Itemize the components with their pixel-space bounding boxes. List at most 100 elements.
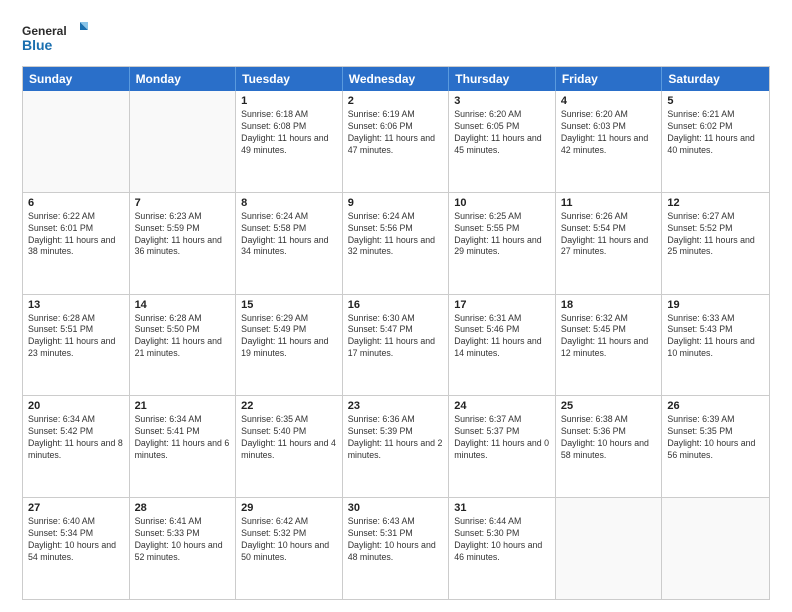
calendar-cell: 30Sunrise: 6:43 AM Sunset: 5:31 PM Dayli… — [343, 498, 450, 599]
header-day-tuesday: Tuesday — [236, 67, 343, 91]
cell-text: Sunrise: 6:39 AM Sunset: 5:35 PM Dayligh… — [667, 414, 764, 462]
cell-text: Sunrise: 6:42 AM Sunset: 5:32 PM Dayligh… — [241, 516, 337, 564]
cell-text: Sunrise: 6:33 AM Sunset: 5:43 PM Dayligh… — [667, 313, 764, 361]
day-number: 16 — [348, 299, 444, 311]
cell-text: Sunrise: 6:18 AM Sunset: 6:08 PM Dayligh… — [241, 109, 337, 157]
day-number: 3 — [454, 95, 550, 107]
header-day-thursday: Thursday — [449, 67, 556, 91]
calendar-cell: 5Sunrise: 6:21 AM Sunset: 6:02 PM Daylig… — [662, 91, 769, 192]
calendar-cell: 15Sunrise: 6:29 AM Sunset: 5:49 PM Dayli… — [236, 295, 343, 396]
header-day-sunday: Sunday — [23, 67, 130, 91]
calendar-row: 6Sunrise: 6:22 AM Sunset: 6:01 PM Daylig… — [23, 192, 769, 294]
calendar-cell — [23, 91, 130, 192]
calendar-cell: 26 Sunrise: 6:39 AM Sunset: 5:35 PM Dayli… — [662, 396, 769, 497]
calendar-cell: 2Sunrise: 6:19 AM Sunset: 6:06 PM Daylig… — [343, 91, 450, 192]
calendar-cell: 8Sunrise: 6:24 AM Sunset: 5:58 PM Daylig… — [236, 193, 343, 294]
cell-text: Sunrise: 6:27 AM Sunset: 5:52 PM Dayligh… — [667, 211, 764, 259]
cell-text: Sunrise: 6:43 AM Sunset: 5:31 PM Dayligh… — [348, 516, 444, 564]
day-number: 9 — [348, 197, 444, 209]
calendar-cell: 16Sunrise: 6:30 AM Sunset: 5:47 PM Dayli… — [343, 295, 450, 396]
day-number: 26 — [667, 400, 764, 412]
calendar: SundayMondayTuesdayWednesdayThursdayFrid… — [22, 66, 770, 600]
header-day-friday: Friday — [556, 67, 663, 91]
calendar-cell: 6Sunrise: 6:22 AM Sunset: 6:01 PM Daylig… — [23, 193, 130, 294]
page: General Blue SundayMondayTuesdayWednesda… — [0, 0, 792, 612]
calendar-cell: 11 Sunrise: 6:26 AM Sunset: 5:54 PM Dayli… — [556, 193, 663, 294]
day-number: 13 — [28, 299, 124, 311]
cell-text: Sunrise: 6:28 AM Sunset: 5:50 PM Dayligh… — [135, 313, 231, 361]
calendar-cell — [662, 498, 769, 599]
svg-text:Blue: Blue — [22, 37, 53, 53]
cell-text: Sunrise: 6:35 AM Sunset: 5:40 PM Dayligh… — [241, 414, 337, 462]
header: General Blue — [22, 18, 770, 58]
calendar-row: 1 Sunrise: 6:18 AM Sunset: 6:08 PM Daylig… — [23, 91, 769, 192]
day-number: 8 — [241, 197, 337, 209]
day-number: 12 — [667, 197, 764, 209]
header-day-monday: Monday — [130, 67, 237, 91]
cell-text: Sunrise: 6:32 AM Sunset: 5:45 PM Dayligh… — [561, 313, 657, 361]
cell-text: Sunrise: 6:26 AM Sunset: 5:54 PM Dayligh… — [561, 211, 657, 259]
calendar-cell: 13 Sunrise: 6:28 AM Sunset: 5:51 PM Dayli… — [23, 295, 130, 396]
day-number: 17 — [454, 299, 550, 311]
cell-text: Sunrise: 6:44 AM Sunset: 5:30 PM Dayligh… — [454, 516, 550, 564]
calendar-cell — [130, 91, 237, 192]
cell-text: Sunrise: 6:37 AM Sunset: 5:37 PM Dayligh… — [454, 414, 550, 462]
day-number: 10 — [454, 197, 550, 209]
logo: General Blue — [22, 18, 92, 58]
day-number: 19 — [667, 299, 764, 311]
day-number: 1 — [241, 95, 337, 107]
cell-text: Sunrise: 6:20 AM Sunset: 6:05 PM Dayligh… — [454, 109, 550, 157]
calendar-cell: 27 Sunrise: 6:40 AM Sunset: 5:34 PM Dayli… — [23, 498, 130, 599]
calendar-cell: 10 Sunrise: 6:25 AM Sunset: 5:55 PM Dayli… — [449, 193, 556, 294]
header-day-saturday: Saturday — [662, 67, 769, 91]
cell-text: Sunrise: 6:20 AM Sunset: 6:03 PM Dayligh… — [561, 109, 657, 157]
cell-text: Sunrise: 6:38 AM Sunset: 5:36 PM Dayligh… — [561, 414, 657, 462]
day-number: 18 — [561, 299, 657, 311]
calendar-cell: 18 Sunrise: 6:32 AM Sunset: 5:45 PM Dayli… — [556, 295, 663, 396]
cell-text: Sunrise: 6:23 AM Sunset: 5:59 PM Dayligh… — [135, 211, 231, 259]
calendar-row: 20Sunrise: 6:34 AM Sunset: 5:42 PM Dayli… — [23, 395, 769, 497]
calendar-cell: 7 Sunrise: 6:23 AM Sunset: 5:59 PM Daylig… — [130, 193, 237, 294]
calendar-cell: 3 Sunrise: 6:20 AM Sunset: 6:05 PM Daylig… — [449, 91, 556, 192]
calendar-cell: 31 Sunrise: 6:44 AM Sunset: 5:30 PM Dayli… — [449, 498, 556, 599]
calendar-cell: 25 Sunrise: 6:38 AM Sunset: 5:36 PM Dayli… — [556, 396, 663, 497]
cell-text: Sunrise: 6:24 AM Sunset: 5:56 PM Dayligh… — [348, 211, 444, 259]
calendar-cell: 12 Sunrise: 6:27 AM Sunset: 5:52 PM Dayli… — [662, 193, 769, 294]
calendar-cell: 24Sunrise: 6:37 AM Sunset: 5:37 PM Dayli… — [449, 396, 556, 497]
cell-text: Sunrise: 6:29 AM Sunset: 5:49 PM Dayligh… — [241, 313, 337, 361]
calendar-cell: 20Sunrise: 6:34 AM Sunset: 5:42 PM Dayli… — [23, 396, 130, 497]
day-number: 4 — [561, 95, 657, 107]
day-number: 31 — [454, 502, 550, 514]
day-number: 25 — [561, 400, 657, 412]
calendar-cell: 21Sunrise: 6:34 AM Sunset: 5:41 PM Dayli… — [130, 396, 237, 497]
calendar-header: SundayMondayTuesdayWednesdayThursdayFrid… — [23, 67, 769, 91]
logo-svg: General Blue — [22, 18, 92, 58]
day-number: 20 — [28, 400, 124, 412]
day-number: 23 — [348, 400, 444, 412]
day-number: 29 — [241, 502, 337, 514]
cell-text: Sunrise: 6:25 AM Sunset: 5:55 PM Dayligh… — [454, 211, 550, 259]
header-day-wednesday: Wednesday — [343, 67, 450, 91]
cell-text: Sunrise: 6:19 AM Sunset: 6:06 PM Dayligh… — [348, 109, 444, 157]
calendar-cell: 1 Sunrise: 6:18 AM Sunset: 6:08 PM Daylig… — [236, 91, 343, 192]
day-number: 22 — [241, 400, 337, 412]
svg-text:General: General — [22, 24, 67, 38]
calendar-cell: 29 Sunrise: 6:42 AM Sunset: 5:32 PM Dayli… — [236, 498, 343, 599]
cell-text: Sunrise: 6:41 AM Sunset: 5:33 PM Dayligh… — [135, 516, 231, 564]
day-number: 7 — [135, 197, 231, 209]
cell-text: Sunrise: 6:28 AM Sunset: 5:51 PM Dayligh… — [28, 313, 124, 361]
calendar-body: 1 Sunrise: 6:18 AM Sunset: 6:08 PM Daylig… — [23, 91, 769, 599]
calendar-cell: 4 Sunrise: 6:20 AM Sunset: 6:03 PM Daylig… — [556, 91, 663, 192]
day-number: 11 — [561, 197, 657, 209]
cell-text: Sunrise: 6:40 AM Sunset: 5:34 PM Dayligh… — [28, 516, 124, 564]
day-number: 6 — [28, 197, 124, 209]
calendar-cell: 28Sunrise: 6:41 AM Sunset: 5:33 PM Dayli… — [130, 498, 237, 599]
calendar-cell: 23Sunrise: 6:36 AM Sunset: 5:39 PM Dayli… — [343, 396, 450, 497]
day-number: 27 — [28, 502, 124, 514]
calendar-row: 27 Sunrise: 6:40 AM Sunset: 5:34 PM Dayli… — [23, 497, 769, 599]
calendar-cell: 19 Sunrise: 6:33 AM Sunset: 5:43 PM Dayli… — [662, 295, 769, 396]
cell-text: Sunrise: 6:31 AM Sunset: 5:46 PM Dayligh… — [454, 313, 550, 361]
calendar-cell — [556, 498, 663, 599]
day-number: 5 — [667, 95, 764, 107]
day-number: 14 — [135, 299, 231, 311]
